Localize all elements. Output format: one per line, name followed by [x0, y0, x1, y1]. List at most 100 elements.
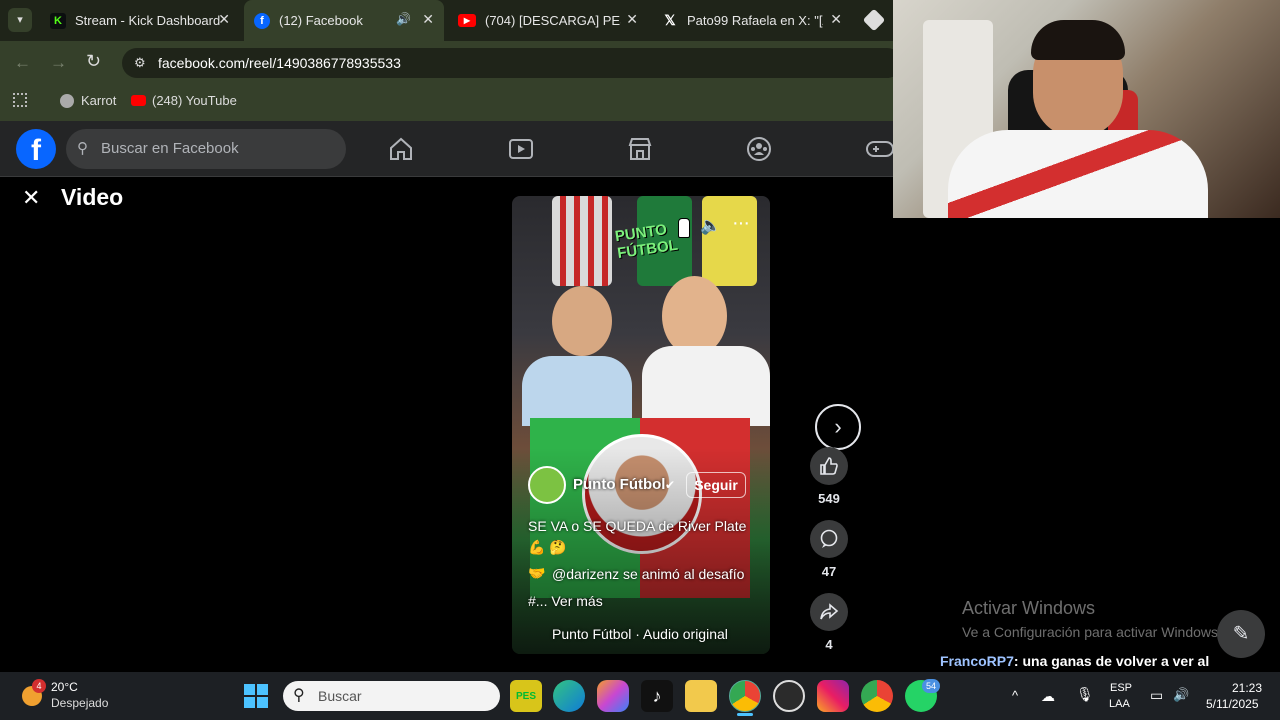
- marketplace-icon[interactable]: [627, 136, 653, 162]
- jersey-image: [702, 196, 757, 286]
- follow-label: Seguir: [694, 477, 738, 493]
- network-icon[interactable]: ▭: [1150, 687, 1163, 704]
- chrome-alt-icon[interactable]: [861, 680, 893, 712]
- tab-title: Pato99 Rafaela en X: "[AB: [687, 13, 823, 28]
- channel-avatar[interactable]: [528, 466, 566, 504]
- reload-icon[interactable]: ↻: [86, 51, 101, 72]
- handshake-icon: 🤝: [528, 565, 546, 581]
- tab-kick[interactable]: K Stream - Kick Dashboard ✕: [40, 0, 240, 41]
- tab-x[interactable]: 𝕏 Pato99 Rafaela en X: "[AB ✕: [652, 0, 852, 41]
- copilot-icon[interactable]: [597, 680, 629, 712]
- weather-widget[interactable]: 4 20°C Despejado: [20, 678, 120, 714]
- home-icon[interactable]: [388, 136, 414, 162]
- audio-label[interactable]: Punto Fútbol · Audio original: [552, 626, 728, 642]
- tiktok-icon[interactable]: ♪: [641, 680, 673, 712]
- kick-icon: K: [50, 12, 66, 29]
- video-icon[interactable]: [508, 136, 534, 162]
- jersey-image: [552, 196, 612, 286]
- tab-youtube[interactable]: ▶ (704) [DESCARGA] PES 20 ✕: [448, 0, 648, 41]
- like-count: 549: [818, 491, 840, 506]
- volume-icon[interactable]: 🔊: [1173, 687, 1189, 703]
- bookmark-youtube[interactable]: (248) YouTube: [131, 93, 237, 108]
- next-reel-button[interactable]: ›: [815, 404, 861, 450]
- share-button[interactable]: [810, 593, 848, 631]
- streamer-hair-image: [1031, 20, 1125, 60]
- more-options-icon[interactable]: ···: [732, 212, 750, 235]
- forward-icon[interactable]: →: [50, 53, 67, 73]
- close-icon[interactable]: ✕: [626, 11, 638, 28]
- x-icon: 𝕏: [664, 12, 676, 28]
- groups-icon[interactable]: [746, 136, 772, 162]
- weather-badge: 4: [32, 679, 46, 693]
- gaming-icon[interactable]: [865, 136, 893, 162]
- verified-icon: ✔: [665, 478, 676, 492]
- page-title: Video: [61, 184, 124, 210]
- chrome-icon[interactable]: [729, 680, 761, 712]
- site-info-icon[interactable]: ⚙: [134, 48, 146, 78]
- see-more-link[interactable]: #... Ver más: [528, 593, 603, 609]
- webcam-overlay: [893, 0, 1280, 218]
- file-explorer-icon[interactable]: [685, 680, 717, 712]
- reel-caption-line: @darizenz se animó al desafío: [552, 566, 745, 582]
- youtube-icon: ▶: [458, 14, 476, 27]
- activate-windows-subtitle: Ve a Configuración para activar Windows.: [962, 624, 1222, 640]
- cloud-icon[interactable]: ☁: [1041, 688, 1055, 705]
- river-jersey-image: [948, 130, 1208, 218]
- facebook-icon: f: [254, 12, 270, 29]
- activate-windows-title: Activar Windows: [962, 598, 1096, 618]
- language-layout[interactable]: LAA: [1109, 698, 1130, 710]
- edit-icon[interactable]: ✎: [1217, 610, 1265, 658]
- like-button[interactable]: [810, 447, 848, 485]
- tab-search-button[interactable]: ▾: [8, 8, 32, 32]
- taskbar-search-placeholder: Buscar: [318, 688, 362, 704]
- comment-button[interactable]: [810, 520, 848, 558]
- share-count: 4: [825, 637, 833, 652]
- extension-icon[interactable]: [862, 8, 886, 32]
- shirt-left-image: [522, 356, 632, 426]
- chevron-up-icon[interactable]: ^: [1012, 688, 1018, 703]
- mute-icon[interactable]: 🔈: [700, 216, 721, 236]
- clock-time[interactable]: 21:23: [1232, 681, 1262, 695]
- search-icon: ⚲: [77, 140, 88, 157]
- share-icon: [820, 603, 839, 620]
- active-app-indicator: [737, 713, 753, 716]
- edge-icon[interactable]: [553, 680, 585, 712]
- facebook-logo[interactable]: f: [16, 129, 56, 169]
- weather-desc: Despejado: [51, 696, 109, 710]
- hand-cursor-icon: [678, 218, 690, 238]
- person-right-image: [662, 276, 727, 356]
- language-code[interactable]: ESP: [1110, 682, 1132, 694]
- pes-icon[interactable]: PES: [510, 680, 542, 712]
- speaker-icon[interactable]: 🔊: [396, 12, 411, 26]
- clock-date[interactable]: 5/11/2025: [1206, 697, 1259, 711]
- close-icon[interactable]: ✕: [422, 11, 434, 28]
- facebook-search-input[interactable]: ⚲ Buscar en Facebook: [66, 129, 346, 169]
- obs-icon[interactable]: [773, 680, 805, 712]
- comment-icon: [820, 529, 838, 548]
- search-icon: ⚲: [293, 687, 305, 704]
- bookmark-karrot[interactable]: Karrot: [60, 93, 116, 108]
- url-text: facebook.com/reel/1490386778935533: [158, 55, 401, 71]
- start-button[interactable]: [244, 684, 268, 708]
- tab-facebook[interactable]: f (12) Facebook 🔊 ✕: [244, 0, 444, 41]
- taskbar-search-input[interactable]: ⚲ Buscar: [283, 681, 500, 711]
- back-icon[interactable]: ←: [14, 53, 31, 73]
- emoji-icon: 💪 🤔: [528, 539, 567, 555]
- apps-grid-icon[interactable]: [13, 93, 27, 107]
- weather-temp: 20°C: [51, 680, 78, 694]
- address-bar[interactable]: ⚙ facebook.com/reel/1490386778935533: [122, 48, 902, 78]
- tab-title: (12) Facebook: [279, 13, 363, 28]
- follow-button[interactable]: Seguir: [686, 472, 746, 498]
- instagram-icon[interactable]: [817, 680, 849, 712]
- close-icon[interactable]: ✕: [22, 185, 40, 211]
- whatsapp-badge: 54: [922, 679, 940, 693]
- chat-user: FrancoRP7: [940, 653, 1014, 669]
- windows-icon: [244, 697, 255, 708]
- channel-name[interactable]: Punto Fútbol: [573, 476, 665, 493]
- close-icon[interactable]: ✕: [218, 11, 230, 28]
- reel-video[interactable]: PUNTO FÚTBOL 🔈 ··· Punto Fútbol ✔ Seguir…: [512, 196, 770, 654]
- bookmark-label: Karrot: [81, 93, 117, 108]
- close-icon[interactable]: ✕: [830, 11, 842, 28]
- microphone-icon[interactable]: 🎙: [1076, 686, 1094, 703]
- tab-title: Stream - Kick Dashboard: [75, 13, 221, 28]
